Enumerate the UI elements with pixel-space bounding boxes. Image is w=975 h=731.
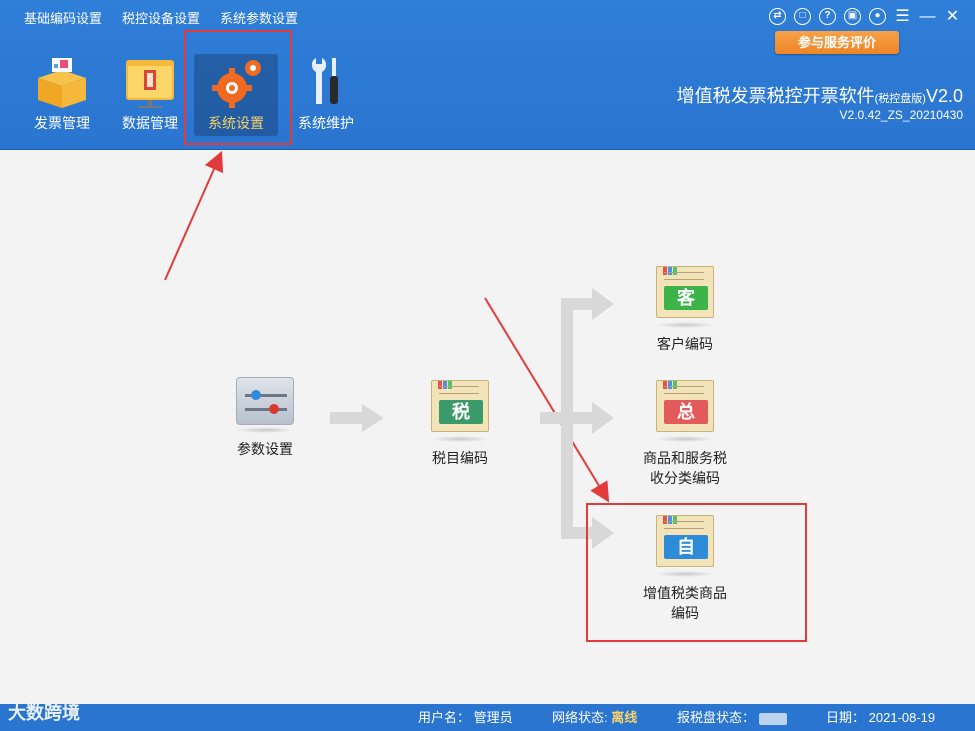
book-icon: 税 [429,376,491,434]
menu-basic-code[interactable]: 基础编码设置 [14,10,112,28]
user-icon[interactable]: ● [869,8,886,25]
disk-icon [758,712,787,725]
menu-system-param[interactable]: 系统参数设置 [210,10,308,28]
app-header: 基础编码设置 税控设备设置 系统参数设置 ⇄ □ ? ▣ ● ☰ — ✕ 参与服… [0,0,975,150]
box-icon [30,54,94,110]
watermark: 大数跨境 [8,703,80,723]
status-date: 日期： 2021-08-19 [826,710,936,725]
menu-icon[interactable]: ☰ [894,8,911,25]
toolbar-system-maintenance[interactable]: 系统维护 [286,54,366,136]
switch-icon[interactable]: ⇄ [769,8,786,25]
node-label: 税目编码 [432,450,488,466]
node-customer-code[interactable]: 客 客户编码 [640,262,730,354]
menu-tax-device[interactable]: 税控设备设置 [112,10,210,28]
node-tax-code[interactable]: 税 税目编码 [420,376,500,468]
folder-monitor-icon [118,54,182,110]
help-icon[interactable]: ? [819,8,836,25]
service-evaluation-button[interactable]: 参与服务评价 [775,31,899,54]
tag-total: 总 [664,400,708,424]
book-icon: 总 [654,376,716,434]
tag-tax: 税 [439,400,483,424]
tag-customer: 客 [664,286,708,310]
book-icon: 客 [654,262,716,320]
highlight-box-vat-code [586,503,807,642]
lock-icon[interactable]: ▣ [844,8,861,25]
window-controls: ⇄ □ ? ▣ ● ☰ — ✕ [769,8,961,25]
node-label: 参数设置 [237,441,293,457]
top-menu: 基础编码设置 税控设备设置 系统参数设置 [14,10,308,28]
status-user: 用户名： 管理员 [418,710,513,725]
highlight-box-settings [184,30,292,145]
close-icon[interactable]: ✕ [944,8,961,25]
node-goods-service-tax-code[interactable]: 总 商品和服务税 收分类编码 [625,376,745,488]
status-network: 网络状态: 离线 [552,710,638,725]
node-label: 客户编码 [657,336,713,352]
app-build-version: V2.0.42_ZS_20210430 [839,108,963,122]
status-bar: 大数跨境 用户名： 管理员 网络状态: 离线 报税盘状态： 日期： 2021-0… [0,703,975,731]
minimize-icon[interactable]: — [919,8,936,25]
tools-icon [294,54,358,110]
node-param-settings[interactable]: 参数设置 [225,377,305,459]
toolbar-data-management[interactable]: 数据管理 [110,54,190,136]
app-title: 增值税发票税控开票软件(税控盘版)V2.0 [676,86,963,106]
node-label: 商品和服务税 收分类编码 [643,450,727,486]
toolbar-label: 系统维护 [298,115,354,131]
toolbar-label: 发票管理 [34,115,90,131]
toolbar-label: 数据管理 [122,115,178,131]
copy-icon[interactable]: □ [794,8,811,25]
status-disk: 报税盘状态： [677,704,787,731]
sliders-icon [236,377,294,425]
toolbar-invoice-management[interactable]: 发票管理 [22,54,102,136]
